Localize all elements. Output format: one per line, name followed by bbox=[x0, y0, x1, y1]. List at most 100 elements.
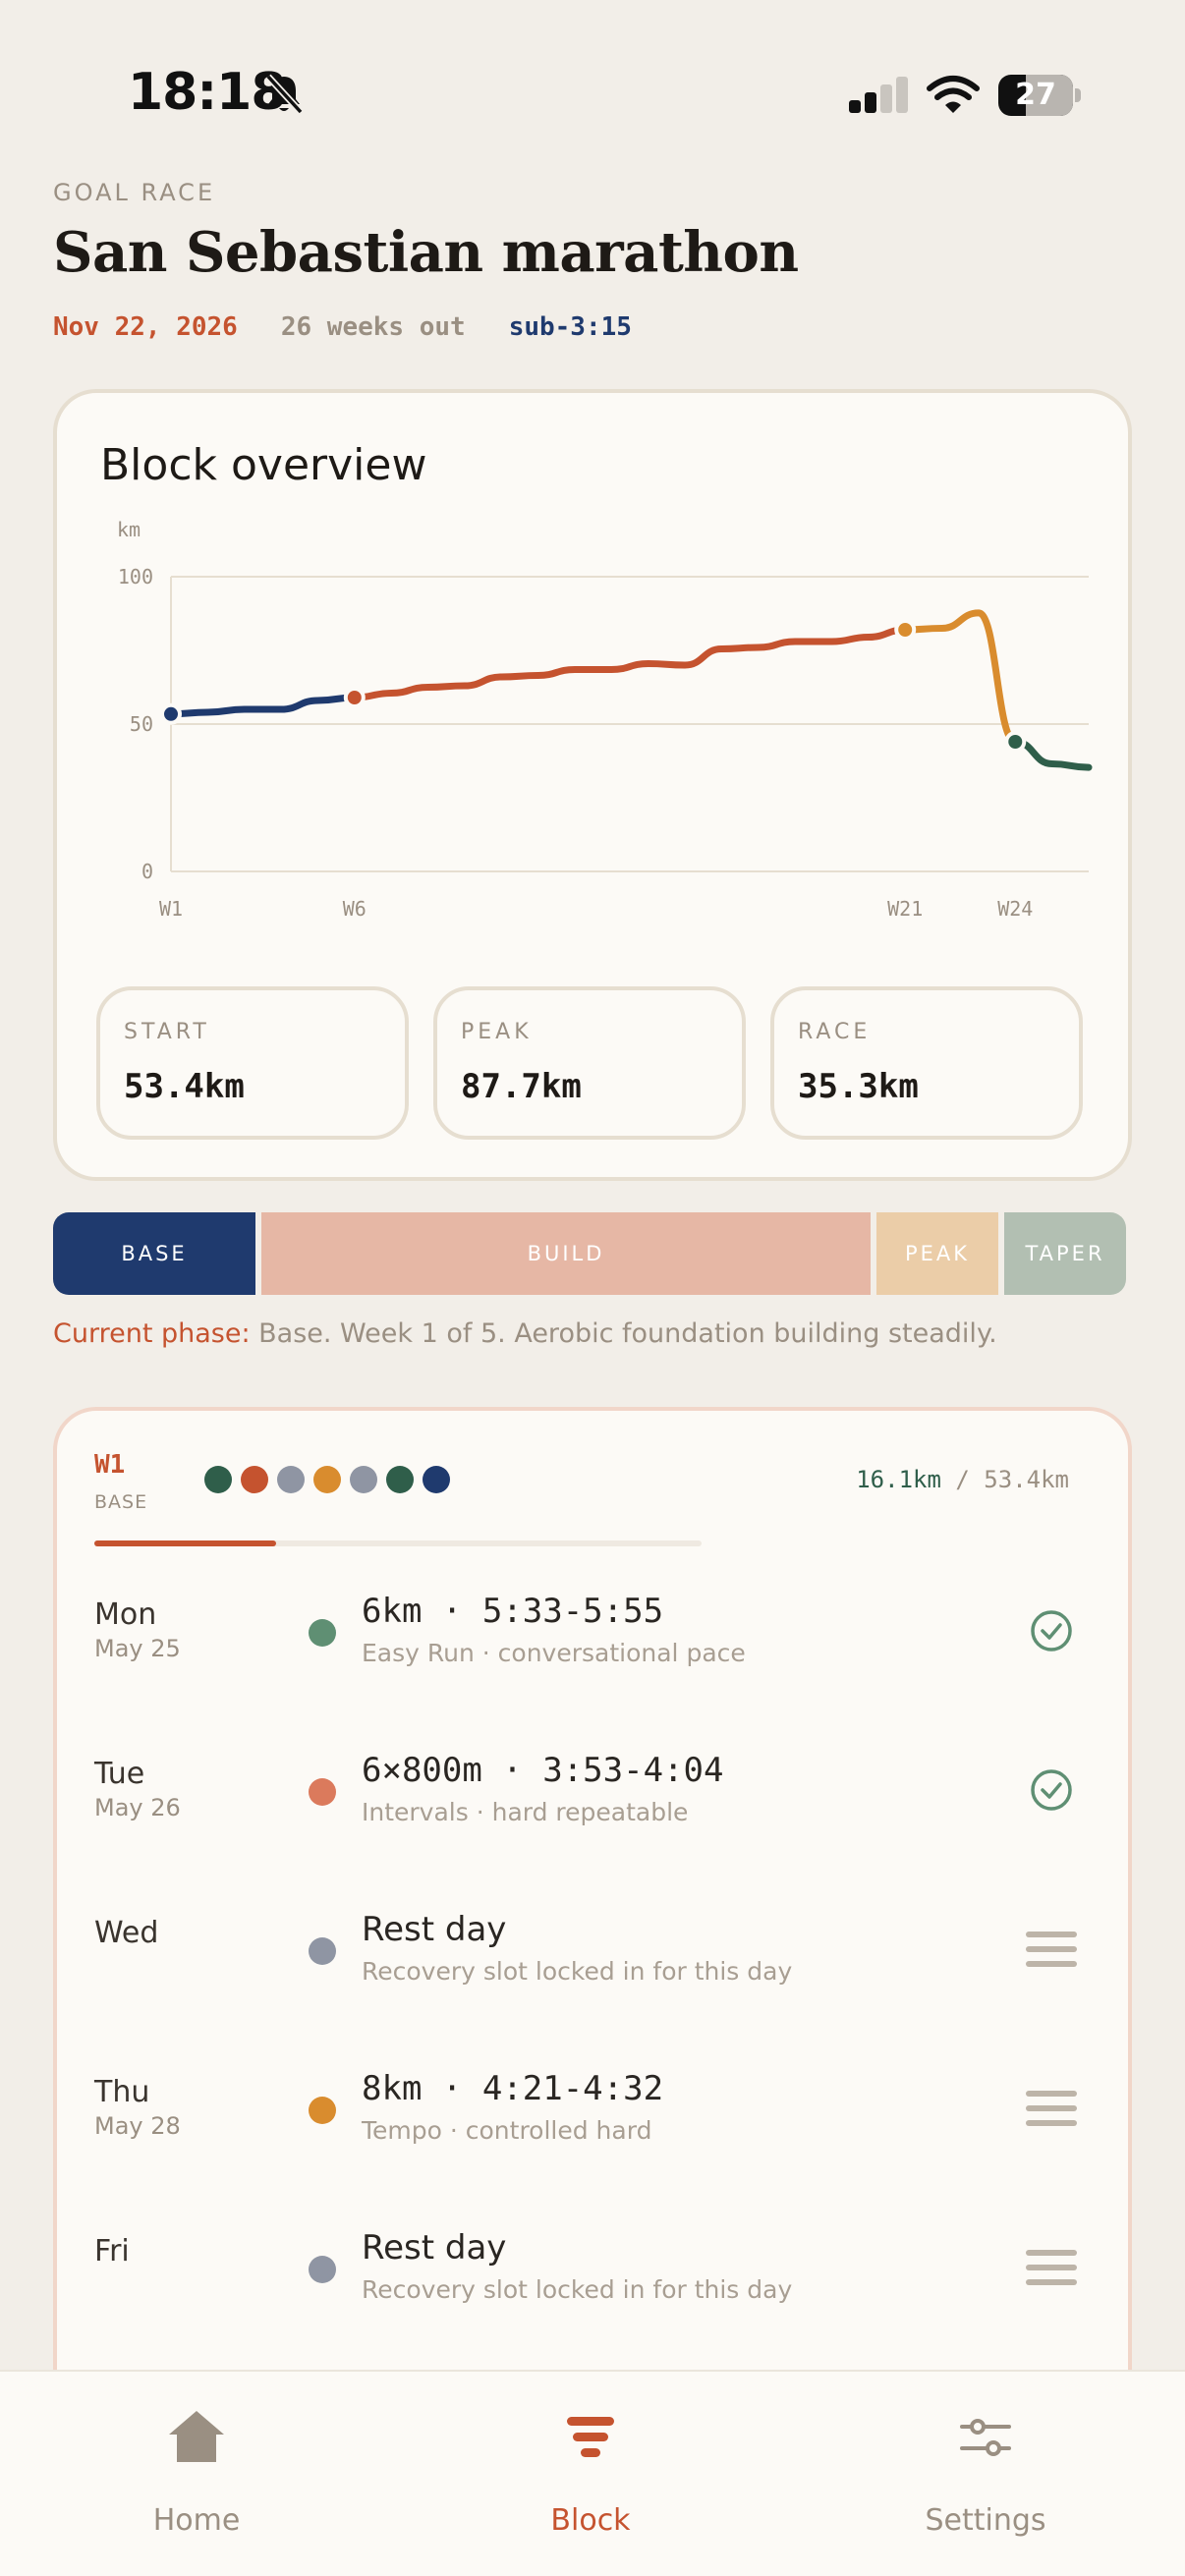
week-km-separator: / bbox=[940, 1466, 985, 1493]
check-circle-icon[interactable] bbox=[1024, 1603, 1079, 1658]
week-km-done: 16.1km bbox=[856, 1466, 941, 1493]
race-title: San Sebastian marathon bbox=[53, 220, 799, 285]
current-phase-label: Current phase: bbox=[53, 1318, 251, 1349]
day-name: Mon bbox=[94, 1597, 157, 1632]
goal-race-label: GOAL RACE bbox=[53, 179, 216, 206]
workout-subtitle: Intervals · hard repeatable bbox=[362, 1798, 689, 1826]
stat-value: 35.3km bbox=[798, 1067, 919, 1106]
tab-home[interactable]: Home bbox=[49, 2401, 344, 2539]
tab-label: Settings bbox=[925, 2503, 1046, 2538]
workout-subtitle: Easy Run · conversational pace bbox=[362, 1639, 746, 1667]
day-row-thu[interactable]: Thu May 28 8km · 4:21-4:32 Tempo · contr… bbox=[57, 2047, 1128, 2195]
x-tick-label: W6 bbox=[343, 897, 367, 921]
week-label: W1 bbox=[94, 1450, 126, 1480]
y-tick-label: 50 bbox=[130, 712, 153, 736]
series-line-peak bbox=[901, 609, 1019, 746]
session-type-dot bbox=[309, 2256, 336, 2283]
weeks-out: 26 weeks out bbox=[280, 312, 466, 342]
stat-value: 53.4km bbox=[124, 1067, 245, 1106]
workout-title: 6×800m · 3:53-4:04 bbox=[362, 1751, 724, 1790]
tab-settings[interactable]: Settings bbox=[838, 2401, 1133, 2539]
block-icon bbox=[567, 2417, 614, 2457]
series-line-base bbox=[167, 694, 359, 718]
x-tick-label: W1 bbox=[159, 897, 183, 921]
workout-title: Rest day bbox=[362, 2228, 507, 2268]
stat-start: START 53.4km bbox=[96, 986, 409, 1140]
bell-muted-icon bbox=[265, 74, 304, 115]
workout-title: 6km · 5:33-5:55 bbox=[362, 1592, 664, 1631]
stat-label: RACE bbox=[798, 1020, 872, 1044]
day-date: May 26 bbox=[94, 1794, 181, 1821]
wifi-icon bbox=[927, 76, 980, 113]
stat-label: START bbox=[124, 1020, 210, 1044]
session-dot bbox=[241, 1466, 268, 1493]
stat-peak: PEAK 87.7km bbox=[433, 986, 746, 1140]
phase-taper[interactable]: TAPER bbox=[1004, 1212, 1126, 1295]
day-date: May 25 bbox=[94, 1635, 181, 1662]
week-km-total: 53.4km bbox=[984, 1466, 1069, 1493]
stat-value: 87.7km bbox=[461, 1067, 582, 1106]
session-type-dot bbox=[309, 1937, 336, 1965]
tab-bar: Home Block Settings bbox=[0, 2370, 1185, 2576]
x-tick-label: W21 bbox=[887, 897, 923, 921]
day-row-wed[interactable]: Wed Rest day Recovery slot locked in for… bbox=[57, 1888, 1128, 2036]
day-row-tue[interactable]: Tue May 26 6×800m · 3:53-4:04 Intervals … bbox=[57, 1729, 1128, 1876]
drag-handle-icon[interactable] bbox=[1024, 1922, 1079, 1977]
status-bar: 18:18 27 bbox=[0, 0, 1185, 187]
race-meta: Nov 22, 2026 26 weeks out sub-3:15 bbox=[53, 312, 632, 342]
day-name: Wed bbox=[94, 1916, 159, 1950]
series-line-taper bbox=[1011, 738, 1093, 771]
day-row-mon[interactable]: Mon May 25 6km · 5:33-5:55 Easy Run · co… bbox=[57, 1570, 1128, 1717]
phase-marker bbox=[343, 687, 366, 708]
drag-handle-icon[interactable] bbox=[1024, 2081, 1079, 2136]
cellular-signal-icon bbox=[849, 77, 908, 113]
session-type-dot bbox=[309, 1778, 336, 1806]
phase-marker bbox=[160, 702, 182, 725]
week-session-dots bbox=[204, 1466, 450, 1493]
phase-build[interactable]: BUILD bbox=[261, 1212, 871, 1295]
session-type-dot bbox=[309, 1619, 336, 1647]
battery-icon: 27 bbox=[998, 75, 1081, 116]
target-time: sub-3:15 bbox=[508, 312, 632, 342]
stat-label: PEAK bbox=[461, 1020, 533, 1044]
x-tick-label: W24 bbox=[997, 897, 1033, 921]
drag-handle-icon[interactable] bbox=[1024, 2240, 1079, 2295]
home-icon bbox=[169, 2411, 224, 2462]
series-line-build bbox=[351, 626, 909, 701]
session-dot bbox=[423, 1466, 450, 1493]
phase-base[interactable]: BASE bbox=[53, 1212, 255, 1295]
y-tick-label: 100 bbox=[118, 565, 153, 588]
current-phase-note: Current phase: Base. Week 1 of 5. Aerobi… bbox=[53, 1318, 997, 1349]
current-phase-text: Base. Week 1 of 5. Aerobic foundation bu… bbox=[250, 1318, 997, 1349]
day-name: Thu bbox=[94, 2075, 150, 2109]
phase-marker bbox=[894, 619, 917, 641]
session-dot bbox=[386, 1466, 414, 1493]
workout-subtitle: Tempo · controlled hard bbox=[362, 2116, 652, 2145]
tab-block[interactable]: Block bbox=[443, 2401, 738, 2539]
workout-title: Rest day bbox=[362, 1910, 507, 1949]
week-progress-fill bbox=[94, 1540, 277, 1546]
weekly-volume-chart: km 0 50 100 W1 W6 W21 W24 bbox=[117, 518, 1093, 921]
day-name: Fri bbox=[94, 2234, 130, 2268]
tab-label: Block bbox=[550, 2503, 631, 2538]
race-date: Nov 22, 2026 bbox=[53, 312, 238, 342]
phase-peak[interactable]: PEAK bbox=[876, 1212, 998, 1295]
tab-label: Home bbox=[152, 2503, 241, 2538]
battery-level: 27 bbox=[1015, 78, 1056, 112]
phase-bar: BASE BUILD PEAK TAPER bbox=[53, 1212, 1132, 1295]
day-date: May 28 bbox=[94, 2112, 181, 2140]
day-row-fri[interactable]: Fri Rest day Recovery slot locked in for… bbox=[57, 2207, 1128, 2354]
week-progress-bar bbox=[94, 1540, 702, 1546]
session-dot bbox=[204, 1466, 232, 1493]
workout-title: 8km · 4:21-4:32 bbox=[362, 2069, 664, 2108]
workout-subtitle: Recovery slot locked in for this day bbox=[362, 1957, 793, 1986]
clock: 18:18 bbox=[128, 63, 287, 122]
block-overview-card: Block overview km 0 50 100 W1 W6 W21 W24 STAR… bbox=[53, 389, 1132, 1181]
session-dot bbox=[277, 1466, 305, 1493]
session-type-dot bbox=[309, 2097, 336, 2124]
y-axis-unit: km bbox=[117, 518, 141, 541]
session-dot bbox=[350, 1466, 377, 1493]
week-km: 16.1km / 53.4km bbox=[856, 1466, 1069, 1493]
check-circle-icon[interactable] bbox=[1024, 1763, 1079, 1818]
sliders-icon bbox=[960, 2419, 1011, 2456]
